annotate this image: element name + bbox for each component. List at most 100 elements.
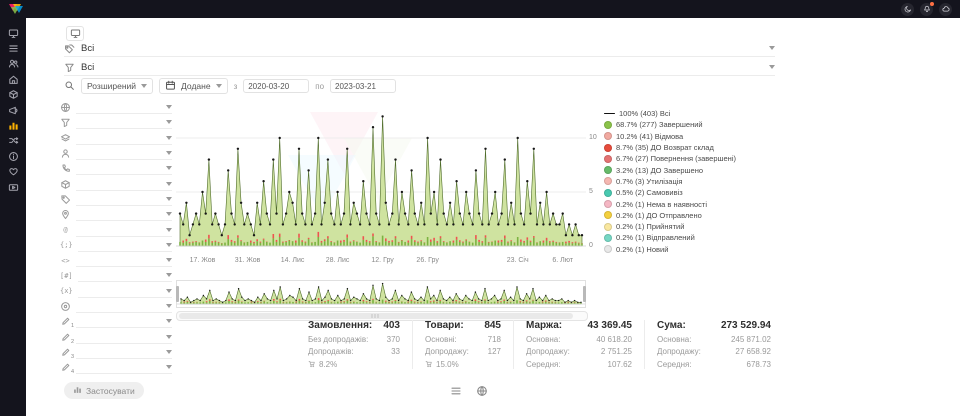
chevron-down-icon — [166, 228, 172, 232]
sidebar-item-users[interactable] — [4, 58, 22, 70]
date-to-label: по — [315, 82, 324, 91]
monitor-icon — [8, 28, 19, 39]
sidebar-item-info[interactable] — [4, 150, 22, 162]
mini-overview-chart[interactable] — [176, 280, 586, 308]
legend-item[interactable]: 6.7% (27) Повернення (завершені) — [604, 153, 804, 164]
brush-handle-left[interactable] — [176, 286, 179, 302]
legend-item[interactable]: 3.2% (13) ДО Завершено — [604, 164, 804, 175]
legend-item[interactable]: 0.2% (1) Нема в наявності — [604, 198, 804, 209]
filter-select[interactable] — [76, 254, 172, 267]
filter-select[interactable] — [76, 116, 172, 129]
source-filter-select[interactable]: Всі — [64, 59, 775, 76]
legend-item[interactable]: 0.2% (1) Новий — [604, 244, 804, 255]
display-toggle-button[interactable] — [66, 26, 84, 41]
legend-item[interactable]: 100% (403) Всі — [604, 108, 804, 119]
pencil-number: 3 — [71, 354, 74, 360]
filter-select[interactable] — [76, 346, 172, 359]
date-field-select[interactable]: Додане — [159, 78, 228, 94]
topbar-cloud-button[interactable] — [939, 3, 952, 16]
sidebar-item-box[interactable] — [4, 89, 22, 101]
pencil-icon: 2 — [60, 332, 71, 343]
scrollbar-handle[interactable] — [179, 313, 573, 319]
filter-select[interactable] — [76, 224, 172, 237]
legend-item[interactable]: 8.7% (35) ДО Возврат склад — [604, 142, 804, 153]
filter-select[interactable] — [76, 361, 172, 374]
filter-row — [60, 131, 172, 146]
app-logo[interactable] — [8, 3, 24, 15]
legend-item[interactable]: 0.7% (3) Утилізація — [604, 176, 804, 187]
filter-row — [60, 207, 172, 222]
apply-button[interactable]: Застосувати — [64, 382, 144, 399]
filter-select[interactable] — [76, 132, 172, 145]
filter-select[interactable] — [76, 193, 172, 206]
legend-marker — [604, 200, 612, 208]
filter-select[interactable] — [78, 269, 172, 282]
stats-row: Допродажу:27 658.92 — [657, 347, 771, 356]
pencil-number: 1 — [71, 323, 74, 329]
filter-select[interactable] — [76, 331, 172, 344]
sidebar-item-megaphone[interactable] — [4, 104, 22, 116]
sidebar-item-video[interactable] — [4, 181, 22, 193]
date-from-input[interactable] — [243, 79, 309, 93]
footer-list-button[interactable] — [450, 384, 462, 402]
filter-select[interactable] — [76, 178, 172, 191]
filter-select[interactable] — [76, 101, 172, 114]
filter-row — [60, 299, 172, 314]
filter-row — [60, 161, 172, 176]
sidebar-item-chart[interactable] — [4, 119, 22, 131]
phone-icon — [60, 163, 71, 174]
filter-select[interactable] — [78, 239, 172, 252]
search-icon[interactable] — [64, 80, 75, 93]
filter-row: {x} — [60, 284, 172, 299]
legend-item[interactable]: 68.7% (277) Завершений — [604, 119, 804, 130]
status-filter-select[interactable]: Всі — [64, 40, 775, 57]
sidebar-item-home[interactable] — [4, 73, 22, 85]
stats-row: Середня:678.73 — [657, 360, 771, 369]
legend-label: 0.5% (2) Самовивіз — [616, 188, 683, 197]
x-axis-label: 23. Січ — [507, 257, 529, 264]
filter-row-note: 2 — [60, 329, 172, 344]
sidebar-item-shuffle[interactable] — [4, 135, 22, 147]
chevron-down-icon — [166, 289, 172, 293]
topbar-bell-button[interactable] — [920, 3, 933, 16]
filter-select[interactable] — [76, 162, 172, 175]
stats-row-value: 33 — [391, 347, 400, 356]
apply-button-label: Застосувати — [86, 386, 135, 396]
filter-row-note: 1 — [60, 314, 172, 329]
legend-item[interactable]: 0.2% (1) Відправлений — [604, 232, 804, 243]
stats-title: Замовлення:403 — [308, 320, 400, 331]
bell-icon — [923, 5, 931, 13]
date-to-input[interactable] — [330, 79, 396, 93]
legend-marker — [604, 155, 612, 163]
filter-select[interactable] — [76, 147, 172, 160]
stats-row-value: 245 871.02 — [731, 335, 771, 344]
footer-globe-button[interactable] — [476, 384, 488, 402]
pencil-icon: 4 — [60, 362, 71, 373]
pencil-number: 4 — [71, 369, 74, 375]
chevron-down-icon — [141, 84, 147, 88]
legend-item[interactable]: 0.2% (1) ДО Отправлено — [604, 210, 804, 221]
legend-item[interactable]: 0.5% (2) Самовивіз — [604, 187, 804, 198]
stats-row-value: 40 618.20 — [596, 335, 632, 344]
filter-select[interactable] — [78, 285, 172, 298]
brush-handle-right[interactable] — [583, 286, 586, 302]
pencil-icon — [60, 347, 71, 358]
stats-row-label: Середня: — [657, 360, 692, 369]
sidebar-item-heart[interactable] — [4, 166, 22, 178]
filter-select[interactable] — [76, 315, 172, 328]
main-chart-plot[interactable]: 0510 17. Жов31. Жов14. Лис28. Лис12. Гру… — [176, 106, 586, 266]
stats-column: Замовлення:403Без допродажів:370Допродаж… — [308, 320, 412, 369]
filter-select[interactable] — [76, 300, 172, 313]
chevron-down-icon — [166, 166, 172, 170]
filter-select[interactable] — [76, 208, 172, 221]
search-mode-select[interactable]: Розширений — [81, 78, 153, 94]
stats-title: Маржа:43 369.45 — [526, 320, 632, 331]
legend-marker — [604, 223, 612, 231]
legend-item[interactable]: 10.2% (41) Відмова — [604, 131, 804, 142]
legend-item[interactable]: 0.2% (1) Прийнятий — [604, 221, 804, 232]
sidebar-item-monitor[interactable] — [4, 27, 22, 39]
legend-label: 6.7% (27) Повернення (завершені) — [616, 154, 736, 163]
stats-title-value: 403 — [383, 320, 400, 331]
sidebar-item-list[interactable] — [4, 42, 22, 54]
topbar-moon-button[interactable] — [901, 3, 914, 16]
